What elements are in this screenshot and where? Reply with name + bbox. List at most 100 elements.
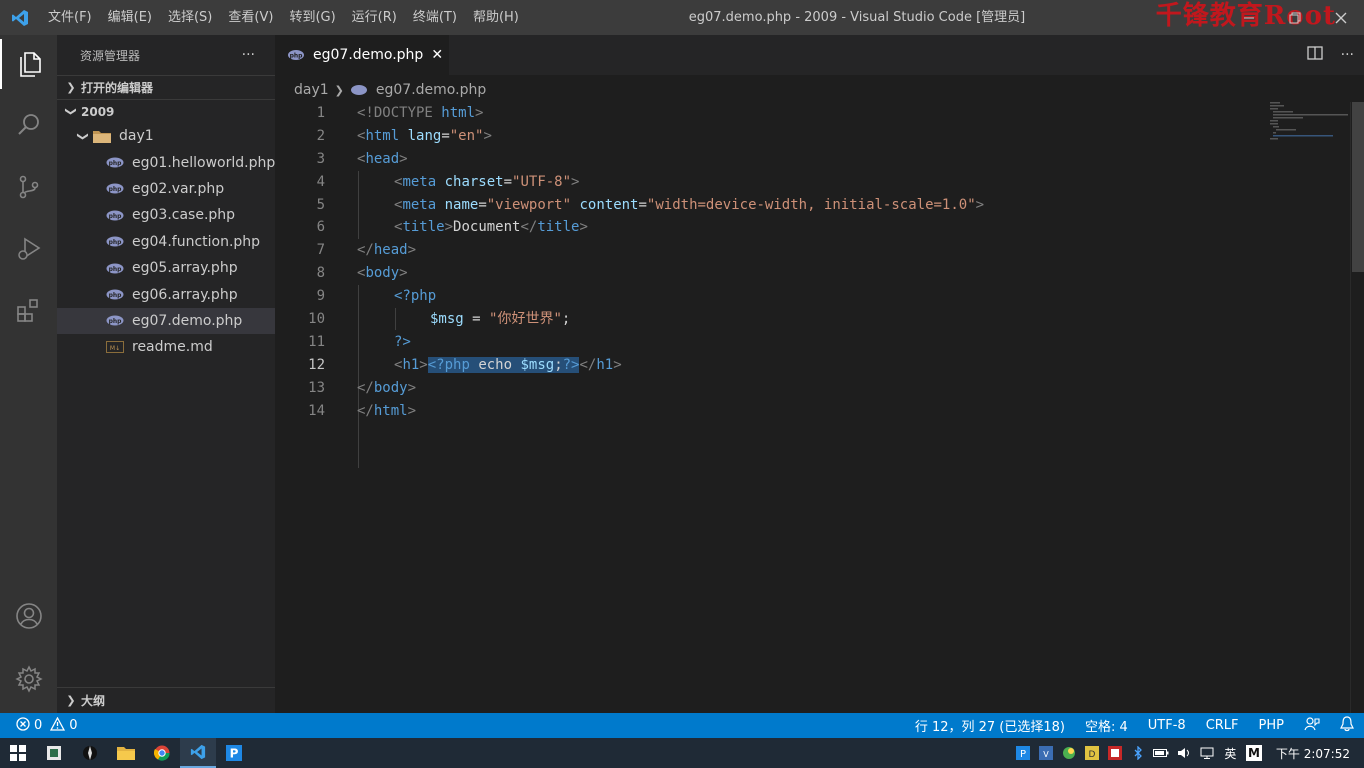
breadcrumb-folder[interactable]: day1 [294,82,329,98]
file-tree-label: eg07.demo.php [132,312,243,329]
folder-day1[interactable]: ❯ day1 [57,123,275,149]
minimize-button[interactable] [1226,0,1272,35]
battery-icon[interactable] [1150,738,1173,768]
file-tree-item[interactable]: php eg01.helloworld.php [57,149,275,175]
maximize-button[interactable] [1272,0,1318,35]
app-icon[interactable] [72,738,108,768]
explorer-icon[interactable] [0,39,57,89]
input-mode-indicator[interactable]: M [1245,745,1262,761]
php-file-icon: php [287,49,305,61]
folder-label: day1 [119,128,154,145]
file-tree-label: readme.md [132,339,213,356]
activity-bar [0,35,57,713]
volume-icon[interactable] [1173,738,1196,768]
vscode-logo-icon [0,0,40,35]
end-of-line[interactable]: CRLF [1196,718,1249,733]
source-control-icon[interactable] [0,162,57,212]
vertical-scrollbar[interactable] [1350,102,1364,713]
input-method-indicator[interactable]: 英 [1219,738,1242,768]
status-bar: 0 0 行 12，列 27 (已选择18) 空格: 4 UTF-8 CRLF P… [0,713,1364,738]
app-icon[interactable] [36,738,72,768]
editor-area: php eg07.demo.php ✕ ··· day1 ❯ eg07.demo… [275,35,1364,713]
language-mode[interactable]: PHP [1249,718,1294,733]
bluetooth-icon[interactable] [1127,738,1150,768]
menu-terminal[interactable]: 终端(T) [405,0,465,35]
extensions-icon[interactable] [0,286,57,336]
vscode-taskbar-icon[interactable] [180,738,216,768]
system-clock[interactable]: 下午 2:07:52 [1266,745,1364,762]
close-tab-icon[interactable]: ✕ [431,47,443,63]
app-p-icon[interactable]: P [216,738,252,768]
svg-text:php: php [109,213,123,220]
tab-bar: php eg07.demo.php ✕ ··· [275,35,1364,75]
menu-view[interactable]: 查看(V) [220,0,281,35]
menu-file[interactable]: 文件(F) [40,0,100,35]
search-icon[interactable] [0,100,57,150]
more-actions-button[interactable]: ··· [242,47,255,63]
more-icon[interactable]: ··· [1341,47,1354,63]
file-explorer-icon[interactable] [108,738,144,768]
tab-eg07-demo[interactable]: php eg07.demo.php ✕ [275,35,449,75]
menu-run[interactable]: 运行(R) [344,0,405,35]
tray-app-icon[interactable] [1058,738,1081,768]
file-tree-item[interactable]: php eg05.array.php [57,255,275,281]
chrome-icon[interactable] [144,738,180,768]
menu-bar: 文件(F) 编辑(E) 选择(S) 查看(V) 转到(G) 运行(R) 终端(T… [40,0,527,35]
file-tree-item[interactable]: php eg04.function.php [57,229,275,255]
code-line: 3 <head> [316,150,408,167]
scrollbar-thumb[interactable] [1352,102,1364,272]
outline-section[interactable]: ❯ 大纲 [57,687,275,713]
code-line: 9 <?php [316,288,437,305]
code-line: 10 $msg = "你好世界"; [308,311,571,328]
svg-text:php: php [109,186,123,193]
tray-app-icon[interactable] [1104,738,1127,768]
close-window-button[interactable] [1318,0,1364,35]
tray-app-icon[interactable]: P [1012,738,1035,768]
notifications-bell-icon[interactable] [1330,715,1364,736]
file-tree-item[interactable]: php eg03.case.php [57,202,275,228]
file-tree-item[interactable]: php eg02.var.php [57,176,275,202]
file-tree-item[interactable]: php eg07.demo.php [57,307,275,335]
feedback-icon[interactable] [1294,716,1330,736]
menu-selection[interactable]: 选择(S) [160,0,220,35]
error-icon [16,716,30,735]
code-line: 11 ?> [308,333,411,350]
settings-gear-icon[interactable] [0,654,57,704]
svg-text:php: php [109,239,123,246]
split-editor-icon[interactable] [1306,45,1323,65]
tray-app-icon[interactable]: V [1035,738,1058,768]
account-icon[interactable] [0,591,57,641]
php-file-icon: php [106,262,124,274]
minimap[interactable] [1270,102,1350,142]
php-file-icon: php [106,315,124,327]
open-editors-section[interactable]: ❯ 打开的编辑器 [57,75,275,99]
run-debug-icon[interactable] [0,224,57,274]
windows-start-icon[interactable] [0,738,36,768]
breadcrumb: day1 ❯ eg07.demo.php [275,75,1364,105]
indentation[interactable]: 空格: 4 [1075,716,1138,735]
menu-edit[interactable]: 编辑(E) [100,0,160,35]
network-icon[interactable] [1196,738,1219,768]
cursor-position[interactable]: 行 12，列 27 (已选择18) [905,716,1075,735]
menu-help[interactable]: 帮助(H) [465,0,527,35]
tray-app-icon[interactable]: D [1081,738,1104,768]
svg-text:P: P [1020,749,1026,760]
problems-indicator[interactable]: 0 0 [0,716,78,735]
code-line: 1 <!DOCTYPE html> [316,105,484,121]
file-tree-item[interactable]: M↓ readme.md [57,334,275,360]
svg-text:php: php [109,266,123,273]
code-line: 2 <html lang="en"> [316,127,492,144]
menu-go[interactable]: 转到(G) [281,0,343,35]
breadcrumb-file[interactable]: eg07.demo.php [376,82,486,98]
svg-text:php: php [109,318,123,325]
php-file-icon: php [106,157,124,169]
code-line-selected: 12 <h1><?php echo $msg;?></h1> [308,356,622,373]
code-editor[interactable]: 1 <!DOCTYPE html> 2 <html lang="en"> 3 <hea… [275,102,1350,468]
code-line: 13 </body> [308,379,417,396]
editor-actions: ··· [1306,35,1354,75]
file-tree-item[interactable]: php eg06.array.php [57,281,275,307]
open-editors-label: 打开的编辑器 [81,81,154,95]
folder-icon [93,130,111,143]
workspace-section[interactable]: ❯ 2009 [57,99,275,123]
encoding[interactable]: UTF-8 [1138,718,1196,733]
